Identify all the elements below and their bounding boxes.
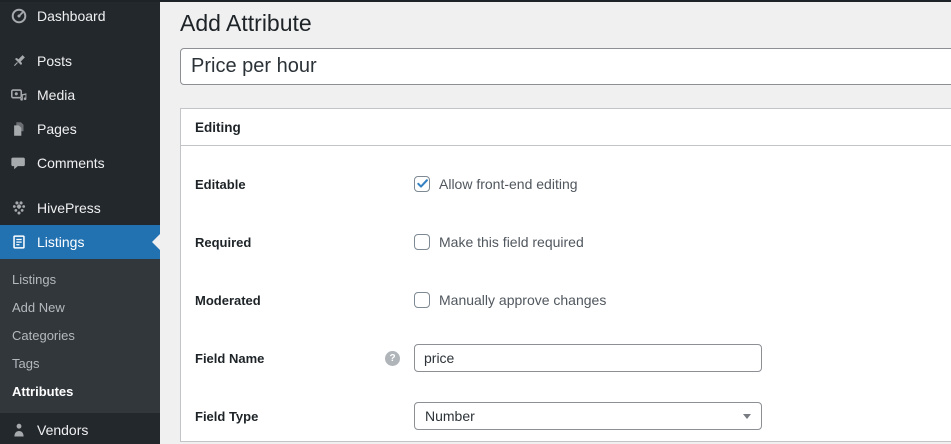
metabox-header[interactable]: Editing — [181, 109, 951, 146]
help-icon[interactable]: ? — [385, 350, 400, 366]
submenu-item-attributes[interactable]: Attributes — [0, 377, 160, 405]
sidebar-item-label: Vendors — [37, 422, 89, 438]
wordpress-admin-screen: Dashboard Posts Media Pages Comments Hiv… — [0, 0, 951, 444]
pin-icon — [9, 51, 29, 71]
editing-metabox: Editing Editable Allow front-end editing — [180, 108, 951, 442]
hive-icon — [9, 198, 29, 218]
person-icon — [9, 420, 29, 440]
submenu-item-label: Categories — [12, 327, 75, 343]
form-row-moderated: Moderated Manually approve changes — [195, 285, 942, 315]
dashboard-icon — [9, 6, 29, 26]
sidebar-item-vendors[interactable]: Vendors — [0, 413, 160, 444]
required-label: Required — [195, 234, 252, 250]
menu-separator — [0, 180, 160, 191]
listings-submenu: Listings Add New Categories Tags Attribu… — [0, 259, 160, 413]
sidebar-item-label: Media — [37, 87, 76, 103]
sidebar-item-hivepress[interactable]: HivePress — [0, 191, 160, 225]
sidebar-item-pages[interactable]: Pages — [0, 112, 160, 146]
sidebar-item-label: Dashboard — [37, 8, 106, 24]
sidebar-item-dashboard[interactable]: Dashboard — [0, 0, 160, 32]
metabox-body: Editable Allow front-end editing Require… — [181, 146, 951, 431]
form-row-required: Required Make this field required — [195, 227, 942, 257]
submenu-item-categories[interactable]: Categories — [0, 321, 160, 349]
page-title: Add Attribute — [180, 10, 312, 36]
sidebar-item-label: Posts — [37, 53, 73, 69]
menu-separator — [0, 32, 160, 44]
admin-bar-edge — [0, 0, 951, 2]
sidebar-item-label: Listings — [37, 234, 85, 250]
moderated-checkbox[interactable] — [414, 292, 430, 308]
submenu-item-add-new[interactable]: Add New — [0, 293, 160, 321]
document-icon — [9, 232, 29, 252]
editable-checkbox[interactable] — [414, 176, 430, 192]
sidebar-item-posts[interactable]: Posts — [0, 44, 160, 78]
sidebar-item-label: Pages — [37, 121, 77, 137]
required-checkbox[interactable] — [414, 234, 430, 250]
pages-icon — [9, 119, 29, 139]
sidebar-item-label: Comments — [37, 155, 105, 171]
field-type-selected-value: Number — [425, 408, 475, 424]
required-checkbox-label: Make this field required — [439, 234, 584, 250]
sidebar-item-comments[interactable]: Comments — [0, 146, 160, 180]
moderated-checkbox-label: Manually approve changes — [439, 292, 607, 308]
sidebar-item-media[interactable]: Media — [0, 78, 160, 112]
form-row-field-type: Field Type Number — [195, 401, 942, 431]
field-name-label: Field Name — [195, 350, 265, 366]
sidebar-item-listings[interactable]: Listings — [0, 225, 160, 259]
form-row-editable: Editable Allow front-end editing — [195, 169, 942, 199]
attribute-title-input[interactable] — [180, 48, 951, 85]
field-name-input[interactable] — [414, 344, 762, 372]
active-menu-arrow — [144, 234, 160, 250]
submenu-item-label: Listings — [12, 271, 57, 287]
admin-content: Add Attribute Editing Editable Allow fro… — [160, 0, 951, 444]
sidebar-item-label: HivePress — [37, 200, 101, 216]
field-type-select[interactable]: Number — [414, 402, 762, 430]
media-icon — [9, 85, 29, 105]
submenu-item-label: Add New — [12, 299, 65, 315]
editable-checkbox-label: Allow front-end editing — [439, 176, 578, 192]
moderated-label: Moderated — [195, 292, 261, 308]
submenu-item-label: Attributes — [12, 383, 74, 399]
metabox-title: Editing — [195, 119, 241, 135]
comment-icon — [9, 153, 29, 173]
admin-sidebar: Dashboard Posts Media Pages Comments Hiv… — [0, 0, 160, 444]
submenu-item-label: Tags — [12, 355, 40, 371]
form-row-field-name: Field Name ? — [195, 343, 942, 373]
submenu-item-tags[interactable]: Tags — [0, 349, 160, 377]
submenu-item-listings[interactable]: Listings — [0, 265, 160, 293]
editable-label: Editable — [195, 176, 246, 192]
field-type-label: Field Type — [195, 408, 259, 424]
chevron-down-icon — [743, 413, 751, 419]
